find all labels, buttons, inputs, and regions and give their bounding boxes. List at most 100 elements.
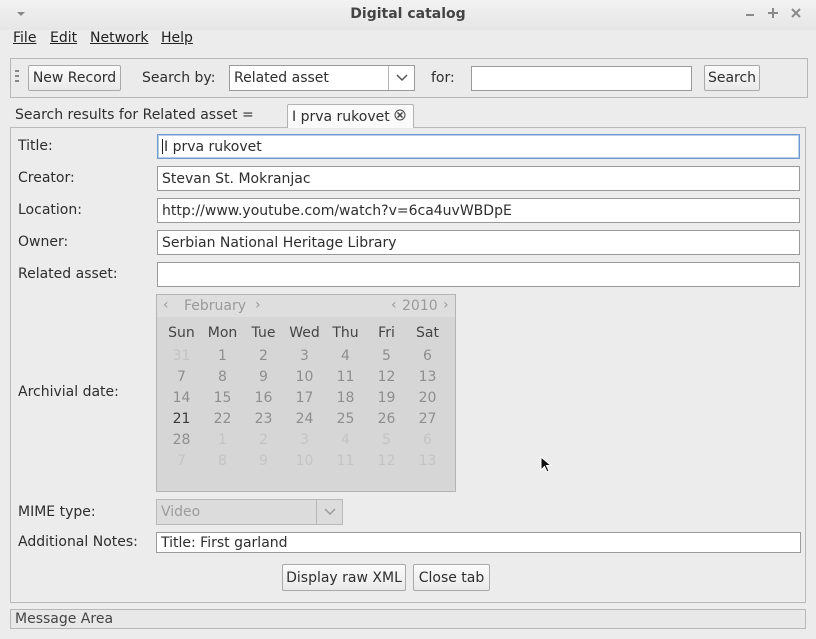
title-value: I prva rukovet bbox=[164, 138, 262, 155]
weekday-header: Fri bbox=[378, 325, 395, 341]
calendar-day[interactable]: 5 bbox=[366, 348, 407, 364]
calendar-day[interactable]: 9 bbox=[243, 453, 284, 469]
menu-network[interactable]: Network bbox=[90, 30, 148, 46]
weekday-header: Sun bbox=[168, 325, 195, 341]
calendar-day[interactable]: 6 bbox=[407, 432, 448, 448]
calendar-day[interactable]: 2 bbox=[243, 348, 284, 364]
next-year-chevron-right-icon[interactable]: › bbox=[443, 297, 449, 313]
calendar-day[interactable]: 11 bbox=[325, 453, 366, 469]
close-icon[interactable] bbox=[790, 6, 802, 24]
calendar-day[interactable]: 26 bbox=[366, 411, 407, 427]
calendar-day[interactable]: 11 bbox=[325, 369, 366, 385]
for-label: for: bbox=[431, 70, 455, 86]
calendar-day[interactable]: 5 bbox=[366, 432, 407, 448]
weekday-header: Sat bbox=[416, 325, 439, 341]
menu-network-label: Network bbox=[90, 30, 149, 46]
mime-type-value: Video bbox=[161, 504, 201, 520]
calendar-day[interactable]: 3 bbox=[284, 432, 325, 448]
creator-field[interactable]: Stevan St. Mokranjac bbox=[157, 166, 800, 191]
archival-date-label: Archivial date: bbox=[18, 384, 119, 400]
menu-help[interactable]: Help bbox=[161, 30, 193, 46]
next-month-chevron-right-icon[interactable]: › bbox=[255, 297, 261, 313]
maximize-icon[interactable] bbox=[767, 6, 779, 24]
search-by-label: Search by: bbox=[142, 70, 216, 86]
mouse-pointer-icon bbox=[540, 455, 554, 474]
calendar-day[interactable]: 17 bbox=[284, 390, 325, 406]
menu-edit[interactable]: Edit bbox=[50, 30, 77, 46]
close-tab-button[interactable]: Close tab bbox=[413, 564, 490, 591]
owner-field[interactable]: Serbian National Heritage Library bbox=[157, 230, 800, 255]
window-title: Digital catalog bbox=[350, 6, 466, 22]
calendar-day[interactable]: 10 bbox=[284, 453, 325, 469]
calendar-day[interactable]: 23 bbox=[243, 411, 284, 427]
text-caret bbox=[162, 139, 163, 154]
toolbar-grip-handle[interactable] bbox=[15, 70, 19, 84]
calendar-day[interactable]: 24 bbox=[284, 411, 325, 427]
additional-notes-field[interactable]: Title: First garland bbox=[156, 532, 801, 553]
weekday-header: Mon bbox=[207, 325, 238, 341]
prev-year-chevron-left-icon[interactable]: ‹ bbox=[391, 297, 397, 313]
calendar-day[interactable]: 13 bbox=[407, 369, 448, 385]
calendar-day[interactable]: 7 bbox=[161, 369, 202, 385]
search-by-value: Related asset bbox=[234, 70, 329, 86]
calendar-day[interactable]: 9 bbox=[243, 369, 284, 385]
calendar-day[interactable]: 4 bbox=[325, 348, 366, 364]
related-asset-field[interactable] bbox=[157, 262, 800, 287]
weekday-header: Thu bbox=[332, 325, 359, 341]
calendar-day[interactable]: 1 bbox=[202, 432, 243, 448]
search-button[interactable]: Search bbox=[704, 65, 760, 91]
calendar-day[interactable]: 19 bbox=[366, 390, 407, 406]
calendar-day[interactable]: 21 bbox=[161, 411, 202, 427]
calendar-day[interactable]: 14 bbox=[161, 390, 202, 406]
calendar-day[interactable]: 7 bbox=[161, 453, 202, 469]
display-raw-xml-button[interactable]: Display raw XML bbox=[282, 564, 406, 591]
calendar-day[interactable]: 2 bbox=[243, 432, 284, 448]
creator-label: Creator: bbox=[18, 170, 75, 186]
calendar-day[interactable]: 27 bbox=[407, 411, 448, 427]
calendar-day[interactable]: 4 bbox=[325, 432, 366, 448]
tab-label: I prva rukovet bbox=[292, 108, 390, 125]
calendar-month: February bbox=[184, 298, 247, 314]
search-input[interactable] bbox=[471, 66, 692, 91]
calendar-day[interactable]: 12 bbox=[366, 453, 407, 469]
calendar-day[interactable]: 16 bbox=[243, 390, 284, 406]
calendar-day[interactable]: 25 bbox=[325, 411, 366, 427]
calendar-day[interactable]: 22 bbox=[202, 411, 243, 427]
calendar-day[interactable]: 13 bbox=[407, 453, 448, 469]
menu-file[interactable]: File bbox=[13, 30, 36, 46]
weekday-header: Tue bbox=[251, 325, 276, 341]
calendar-day[interactable]: 20 bbox=[407, 390, 448, 406]
calendar-year: 2010 bbox=[402, 298, 438, 314]
calendar-day[interactable]: 3 bbox=[284, 348, 325, 364]
calendar-day[interactable]: 28 bbox=[161, 432, 202, 448]
mime-type-select[interactable]: Video bbox=[156, 499, 343, 525]
search-by-select[interactable]: Related asset bbox=[229, 65, 415, 91]
calendar-day[interactable]: 15 bbox=[202, 390, 243, 406]
calendar-day[interactable]: 10 bbox=[284, 369, 325, 385]
location-label: Location: bbox=[18, 202, 82, 218]
message-area: Message Area bbox=[10, 609, 806, 629]
calendar-day[interactable]: 8 bbox=[202, 369, 243, 385]
calendar-day[interactable]: 12 bbox=[366, 369, 407, 385]
calendar-day[interactable]: 6 bbox=[407, 348, 448, 364]
calendar-day[interactable]: 1 bbox=[202, 348, 243, 364]
menu-help-label: Help bbox=[161, 30, 193, 46]
minimize-icon[interactable] bbox=[745, 6, 755, 24]
calendar-day[interactable]: 18 bbox=[325, 390, 366, 406]
chevron-down-icon bbox=[388, 66, 414, 90]
calendar-day[interactable]: 8 bbox=[202, 453, 243, 469]
prev-month-chevron-left-icon[interactable]: ‹ bbox=[163, 297, 169, 313]
search-results-label: Search results for Related asset = bbox=[15, 107, 254, 123]
title-field[interactable]: I prva rukovet bbox=[157, 134, 800, 159]
chevron-down-icon bbox=[316, 500, 342, 524]
owner-label: Owner: bbox=[18, 234, 69, 250]
tab-close-icon[interactable] bbox=[394, 109, 406, 125]
title-label: Title: bbox=[18, 138, 53, 154]
mime-type-label: MIME type: bbox=[18, 504, 96, 520]
weekday-header: Wed bbox=[289, 325, 320, 341]
tab-record[interactable]: I prva rukovet bbox=[287, 104, 414, 128]
related-asset-label: Related asset: bbox=[18, 266, 118, 282]
calendar-day[interactable]: 31 bbox=[161, 348, 202, 364]
new-record-button[interactable]: New Record bbox=[28, 65, 121, 91]
location-field[interactable]: http://www.youtube.com/watch?v=6ca4uvWBD… bbox=[157, 198, 800, 223]
